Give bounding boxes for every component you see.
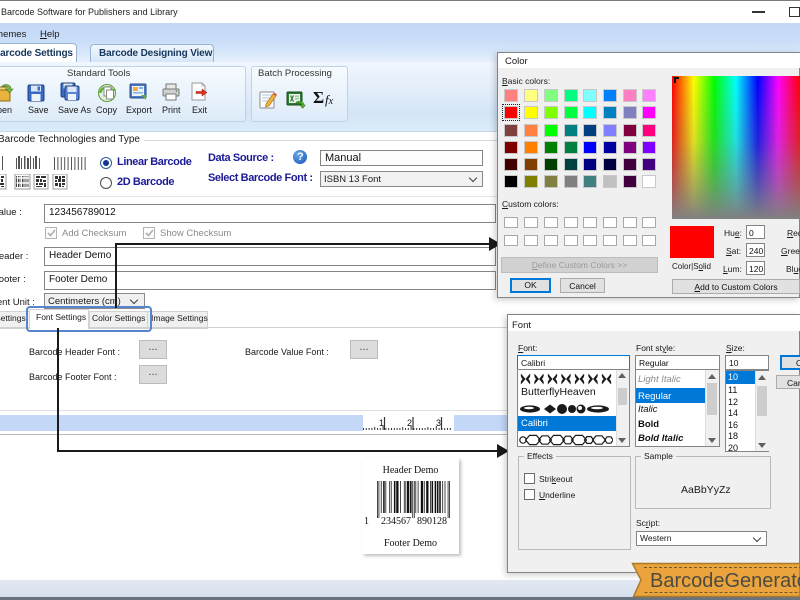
svg-text:2: 2: [407, 418, 412, 428]
svg-text:3: 3: [436, 418, 441, 428]
svg-text:BarcodeGenerator: BarcodeGenerator: [650, 570, 800, 592]
svg-text:1: 1: [379, 418, 384, 428]
